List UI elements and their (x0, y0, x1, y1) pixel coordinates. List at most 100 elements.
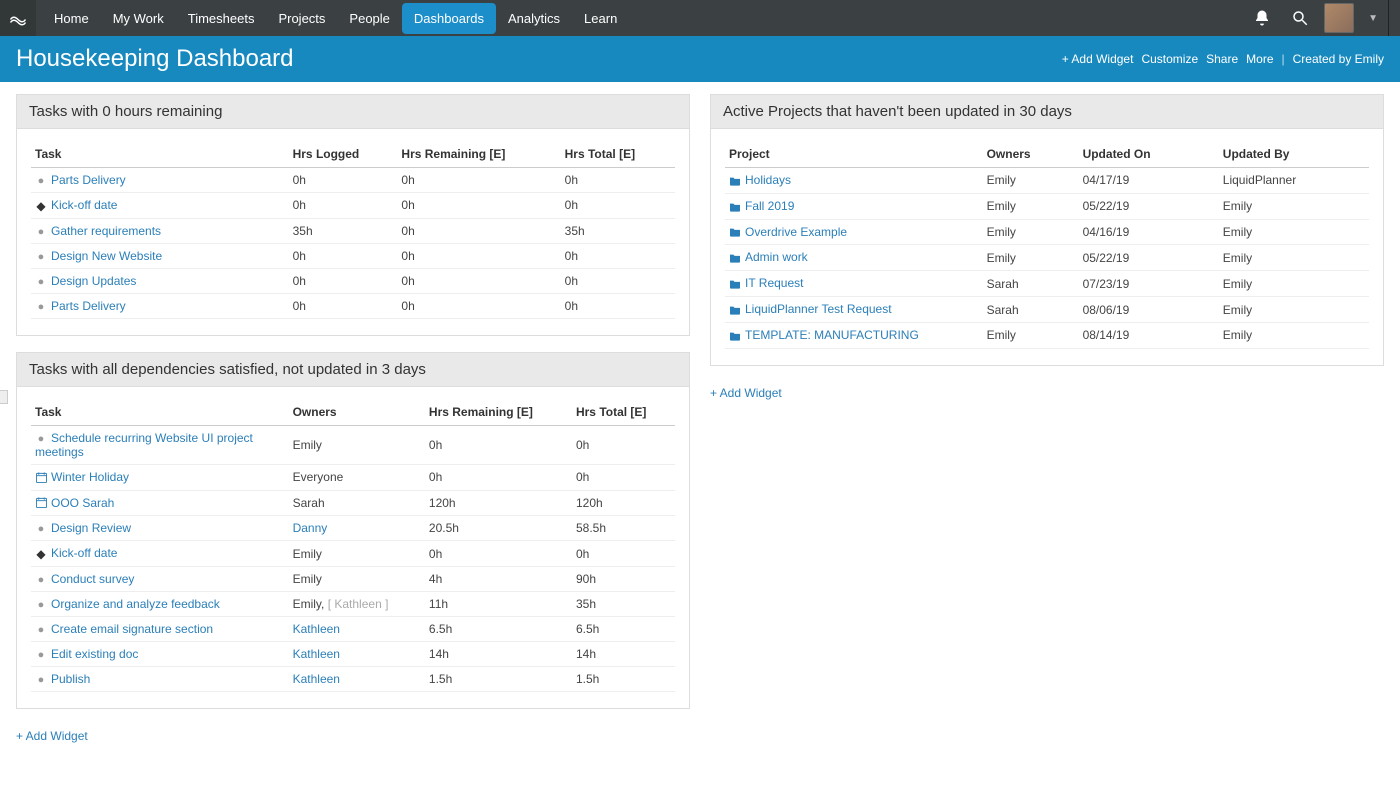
task-link[interactable]: ●Design Updates (31, 268, 289, 293)
divider: | (1282, 52, 1285, 66)
titlebar-actions: + Add Widget Customize Share More | Crea… (1062, 52, 1384, 66)
table-row: OOO SarahSarah120h120h (31, 490, 675, 516)
task-link[interactable]: ●Parts Delivery (31, 168, 289, 193)
owner-cell: Emily (289, 425, 425, 464)
search-icon[interactable] (1286, 4, 1314, 32)
task-link[interactable]: Winter Holiday (31, 464, 289, 490)
bullet-icon: ● (35, 433, 47, 445)
hrs-remaining: 1.5h (425, 667, 572, 692)
nav-dashboards[interactable]: Dashboards (402, 3, 496, 34)
user-menu-caret-icon[interactable]: ▼ (1364, 13, 1382, 24)
table-row: ◆Kick-off dateEmily0h0h (31, 541, 675, 567)
task-link[interactable]: ●Organize and analyze feedback (31, 592, 289, 617)
hrs-total: 0h (561, 193, 675, 219)
hrs-remaining: 120h (425, 490, 572, 516)
table-row: ●Edit existing docKathleen14h14h (31, 642, 675, 667)
hrs-remaining: 4h (425, 567, 572, 592)
col-task: Task (31, 141, 289, 168)
add-widget-link-left[interactable]: + Add Widget (16, 729, 88, 743)
folder-icon (729, 329, 741, 343)
task-link[interactable]: ●Design Review (31, 516, 289, 541)
project-link[interactable]: Holidays (725, 168, 983, 194)
task-link[interactable]: ●Gather requirements (31, 218, 289, 243)
task-link[interactable]: ●Design New Website (31, 243, 289, 268)
table-row: ●Parts Delivery0h0h0h (31, 168, 675, 193)
table-row: ●Design New Website0h0h0h (31, 243, 675, 268)
hrs-remaining: 0h (397, 218, 560, 243)
task-link[interactable]: ●Create email signature section (31, 617, 289, 642)
task-link[interactable]: ●Publish (31, 667, 289, 692)
col-owners: Owners (289, 399, 425, 426)
tasks-zero-hours-table: Task Hrs Logged Hrs Remaining [E] Hrs To… (31, 141, 675, 319)
project-link[interactable]: Fall 2019 (725, 193, 983, 219)
hrs-total: 0h (561, 268, 675, 293)
hrs-logged: 0h (289, 168, 398, 193)
table-row: ●PublishKathleen1.5h1.5h (31, 667, 675, 692)
created-by-label[interactable]: Created by Emily (1293, 52, 1384, 66)
project-link[interactable]: TEMPLATE: MANUFACTURING (725, 322, 983, 348)
share-button[interactable]: Share (1206, 52, 1238, 66)
task-link[interactable]: ◆Kick-off date (31, 541, 289, 567)
owner-cell: Sarah (289, 490, 425, 516)
updated-on: 04/17/19 (1079, 168, 1219, 194)
folder-icon (729, 225, 741, 239)
hrs-remaining: 0h (425, 425, 572, 464)
hrs-logged: 35h (289, 218, 398, 243)
task-link[interactable]: ●Edit existing doc (31, 642, 289, 667)
owner-link[interactable]: Kathleen (289, 667, 425, 692)
folder-icon (729, 277, 741, 291)
table-row: ●Organize and analyze feedbackEmily, [ K… (31, 592, 675, 617)
nav-people[interactable]: People (337, 3, 401, 34)
owner-cell: Emily (289, 567, 425, 592)
more-button[interactable]: More (1246, 52, 1273, 66)
bullet-icon: ● (35, 226, 47, 238)
add-widget-button[interactable]: + Add Widget (1062, 52, 1134, 66)
titlebar: Housekeeping Dashboard + Add Widget Cust… (0, 36, 1400, 82)
nav-home[interactable]: Home (42, 3, 101, 34)
nav-analytics[interactable]: Analytics (496, 3, 572, 34)
hrs-remaining: 6.5h (425, 617, 572, 642)
hrs-remaining: 0h (397, 268, 560, 293)
nav-mywork[interactable]: My Work (101, 3, 176, 34)
table-row: IT RequestSarah07/23/19Emily (725, 271, 1369, 297)
task-link[interactable]: ◆Kick-off date (31, 193, 289, 219)
bullet-icon: ● (35, 175, 47, 187)
customize-button[interactable]: Customize (1141, 52, 1198, 66)
nav-learn[interactable]: Learn (572, 3, 629, 34)
owner-cell: Emily (983, 322, 1079, 348)
task-link[interactable]: OOO Sarah (31, 490, 289, 516)
owner-link[interactable]: Danny (289, 516, 425, 541)
nav-timesheets[interactable]: Timesheets (176, 3, 267, 34)
project-link[interactable]: Admin work (725, 245, 983, 271)
task-link[interactable]: ●Parts Delivery (31, 293, 289, 318)
hrs-total: 0h (561, 293, 675, 318)
left-panel-handle[interactable] (0, 390, 8, 404)
owner-link[interactable]: Kathleen (289, 617, 425, 642)
widget-tasks-dependencies: Tasks with all dependencies satisfied, n… (16, 352, 690, 709)
col-task: Task (31, 399, 289, 426)
notifications-icon[interactable] (1248, 4, 1276, 32)
project-link[interactable]: Overdrive Example (725, 219, 983, 245)
owner-cell: Sarah (983, 297, 1079, 323)
hrs-remaining: 14h (425, 642, 572, 667)
folder-icon (729, 303, 741, 317)
hrs-logged: 0h (289, 293, 398, 318)
updated-on: 05/22/19 (1079, 245, 1219, 271)
app-logo[interactable] (0, 0, 36, 36)
bullet-icon: ● (35, 523, 47, 535)
project-link[interactable]: IT Request (725, 271, 983, 297)
calendar-icon (35, 471, 47, 485)
left-column: Tasks with 0 hours remaining Task Hrs Lo… (16, 94, 690, 743)
project-link[interactable]: LiquidPlanner Test Request (725, 297, 983, 323)
owner-link[interactable]: Kathleen (289, 642, 425, 667)
add-widget-link-right[interactable]: + Add Widget (710, 386, 782, 400)
hrs-total: 0h (561, 168, 675, 193)
owner-cell: Sarah (983, 271, 1079, 297)
milestone-icon: ◆ (35, 199, 47, 213)
task-link[interactable]: ●Conduct survey (31, 567, 289, 592)
task-link[interactable]: ●Schedule recurring Website UI project m… (31, 425, 289, 464)
table-row: ●Design Updates0h0h0h (31, 268, 675, 293)
user-avatar[interactable] (1324, 3, 1354, 33)
right-rail-handle[interactable] (1388, 0, 1400, 36)
nav-projects[interactable]: Projects (266, 3, 337, 34)
